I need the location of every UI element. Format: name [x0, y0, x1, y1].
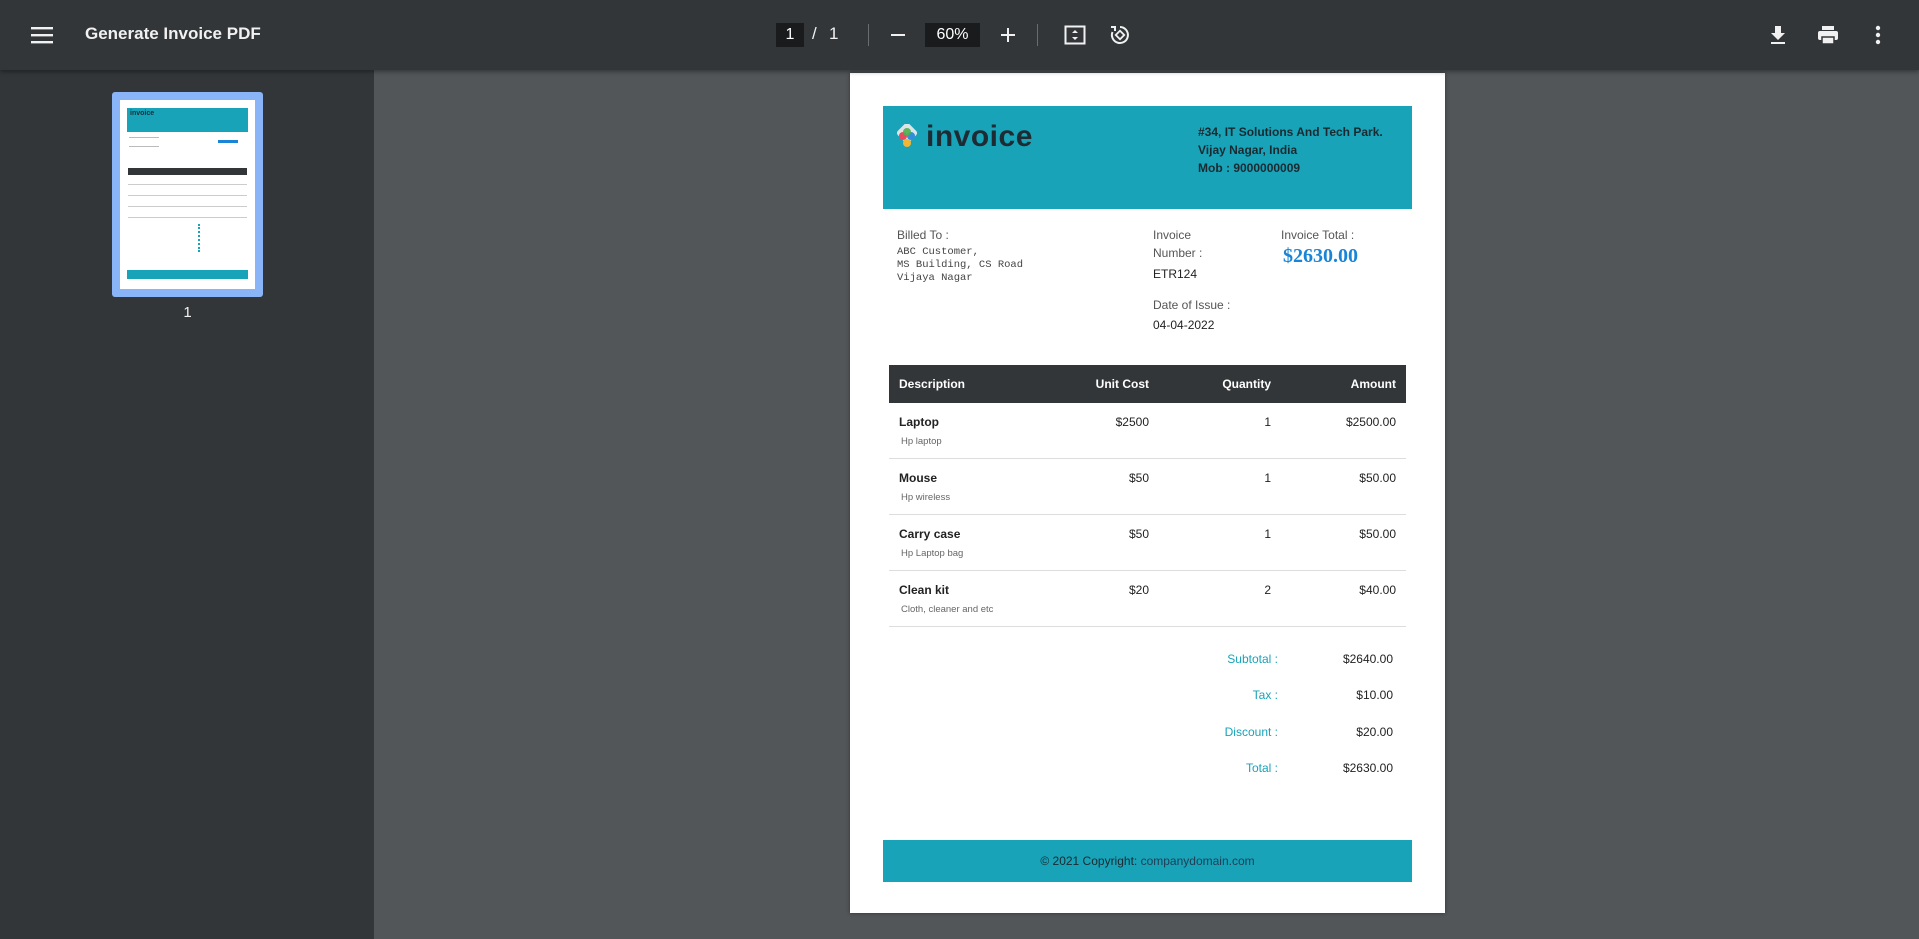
hamburger-icon	[31, 27, 53, 44]
invoice-logo-text: invoice	[926, 120, 1033, 153]
item-unit-cost: $2500	[1115, 415, 1149, 429]
invoice-total-amount: $2630.00	[1283, 245, 1358, 267]
thumbnail-page-preview: invoice	[120, 100, 255, 289]
menu-button[interactable]	[22, 17, 62, 53]
item-unit-cost: $20	[1128, 583, 1149, 597]
col-description: Description	[899, 377, 966, 391]
thumb-row-line	[128, 195, 247, 196]
item-amount: $50.00	[1359, 527, 1396, 541]
subtotal-label: Subtotal :	[1227, 652, 1278, 666]
invoice-number-label: Invoice	[1153, 228, 1192, 242]
fit-page-icon	[1064, 25, 1086, 45]
col-quantity: Quantity	[1222, 377, 1271, 391]
company-domain-link[interactable]: companydomain.com	[1141, 854, 1255, 868]
table-row: Mouse Hp wireless $50 1 $50.00	[889, 459, 1406, 515]
billed-to-label: Billed To :	[897, 228, 949, 242]
company-address: #34, IT Solutions And Tech Park. Vijay N…	[1198, 123, 1383, 177]
pdf-toolbar: Generate Invoice PDF 1 / 1 60%	[0, 0, 1919, 70]
discount-value: $20.00	[1356, 725, 1393, 739]
page-number-input[interactable]: 1	[776, 23, 804, 47]
thumb-footer	[127, 270, 248, 279]
item-quantity: 1	[1264, 415, 1271, 429]
plus-icon	[1001, 28, 1015, 42]
zoom-out-button[interactable]	[882, 17, 914, 53]
thumb-table-head	[128, 168, 247, 175]
pdf-page: invoice #34, IT Solutions And Tech Park.…	[850, 73, 1445, 913]
download-button[interactable]	[1762, 17, 1794, 53]
item-description: Hp Laptop bag	[901, 548, 964, 559]
page-thumbnail[interactable]: invoice	[112, 92, 263, 297]
thumb-row-line	[128, 184, 247, 185]
items-table: Description Unit Cost Quantity Amount La…	[889, 365, 1406, 627]
item-description: Hp laptop	[901, 436, 942, 447]
address-line: #34, IT Solutions And Tech Park.	[1198, 125, 1383, 139]
invoice-number: ETR124	[1153, 267, 1198, 281]
item-amount: $50.00	[1359, 471, 1396, 485]
copyright-text: © 2021 Copyright:	[1040, 854, 1141, 868]
print-button[interactable]	[1811, 17, 1845, 53]
toolbar-divider	[1037, 24, 1038, 46]
table-header: Description Unit Cost Quantity Amount	[889, 365, 1406, 403]
address-line: Mob : 9000000009	[1198, 161, 1301, 175]
logo-icon	[896, 124, 918, 147]
billed-to-address: ABC Customer, MS Building, CS Road Vijay…	[897, 246, 1024, 284]
rotate-button[interactable]	[1104, 17, 1136, 53]
item-description: Cloth, cleaner and etc	[901, 604, 994, 615]
tax-label: Tax :	[1252, 688, 1278, 702]
minus-icon	[891, 34, 905, 36]
thumb-totals	[198, 224, 238, 252]
item-quantity: 1	[1264, 471, 1271, 485]
invoice-total-label: Invoice Total :	[1281, 228, 1355, 242]
item-unit-cost: $50	[1128, 527, 1149, 541]
col-amount: Amount	[1350, 377, 1396, 391]
document-viewer[interactable]: invoice #34, IT Solutions And Tech Park.…	[374, 70, 1919, 939]
total-pages: 1	[829, 24, 839, 43]
invoice-footer: © 2021 Copyright: companydomain.com	[883, 840, 1412, 882]
fit-to-page-button[interactable]	[1059, 17, 1091, 53]
thumb-billing	[129, 137, 159, 147]
discount-label: Discount :	[1224, 725, 1278, 739]
item-description: Hp wireless	[901, 492, 951, 503]
date-of-issue: 04-04-2022	[1153, 318, 1215, 332]
zoom-in-button[interactable]	[992, 17, 1024, 53]
thumb-row-line	[128, 217, 247, 218]
rotate-icon	[1110, 26, 1129, 44]
download-icon	[1771, 26, 1785, 44]
item-unit-cost: $50	[1128, 471, 1149, 485]
thumb-logo: invoice	[130, 110, 155, 117]
toolbar-divider	[868, 24, 869, 46]
col-unit-cost: Unit Cost	[1095, 377, 1149, 391]
item-quantity: 1	[1264, 527, 1271, 541]
table-row: Carry case Hp Laptop bag $50 1 $50.00	[889, 515, 1406, 571]
zoom-input[interactable]: 60%	[925, 23, 980, 47]
date-of-issue-label: Date of Issue :	[1153, 298, 1231, 312]
page-separator: /	[812, 24, 817, 43]
table-row: Clean kit Cloth, cleaner and etc $20 2 $4…	[889, 571, 1406, 627]
item-amount: $40.00	[1359, 583, 1396, 597]
more-actions-button[interactable]	[1862, 17, 1894, 53]
thumb-row-line	[128, 206, 247, 207]
address-line: Vijay Nagar, India	[1198, 143, 1298, 157]
total-label: Total :	[1245, 761, 1278, 775]
subtotal-value: $2640.00	[1342, 652, 1393, 666]
item-name: Clean kit	[899, 583, 950, 597]
item-name: Laptop	[899, 415, 939, 429]
item-amount: $2500.00	[1345, 415, 1396, 429]
document-title: Generate Invoice PDF	[85, 24, 261, 43]
invoice-number-label: Number :	[1153, 246, 1203, 260]
more-vertical-icon	[1875, 25, 1881, 45]
item-name: Carry case	[899, 527, 961, 541]
total-value: $2630.00	[1342, 761, 1393, 775]
thumbnail-sidebar: invoice 1	[0, 70, 374, 939]
table-row: Laptop Hp laptop $2500 1 $2500.00	[889, 403, 1406, 459]
item-name: Mouse	[899, 471, 938, 485]
invoice-header: invoice #34, IT Solutions And Tech Park.…	[883, 106, 1412, 209]
thumbnail-page-number: 1	[183, 304, 192, 321]
printer-icon	[1818, 26, 1838, 45]
item-quantity: 2	[1264, 583, 1271, 597]
thumb-total	[218, 140, 238, 143]
tax-value: $10.00	[1356, 688, 1393, 702]
